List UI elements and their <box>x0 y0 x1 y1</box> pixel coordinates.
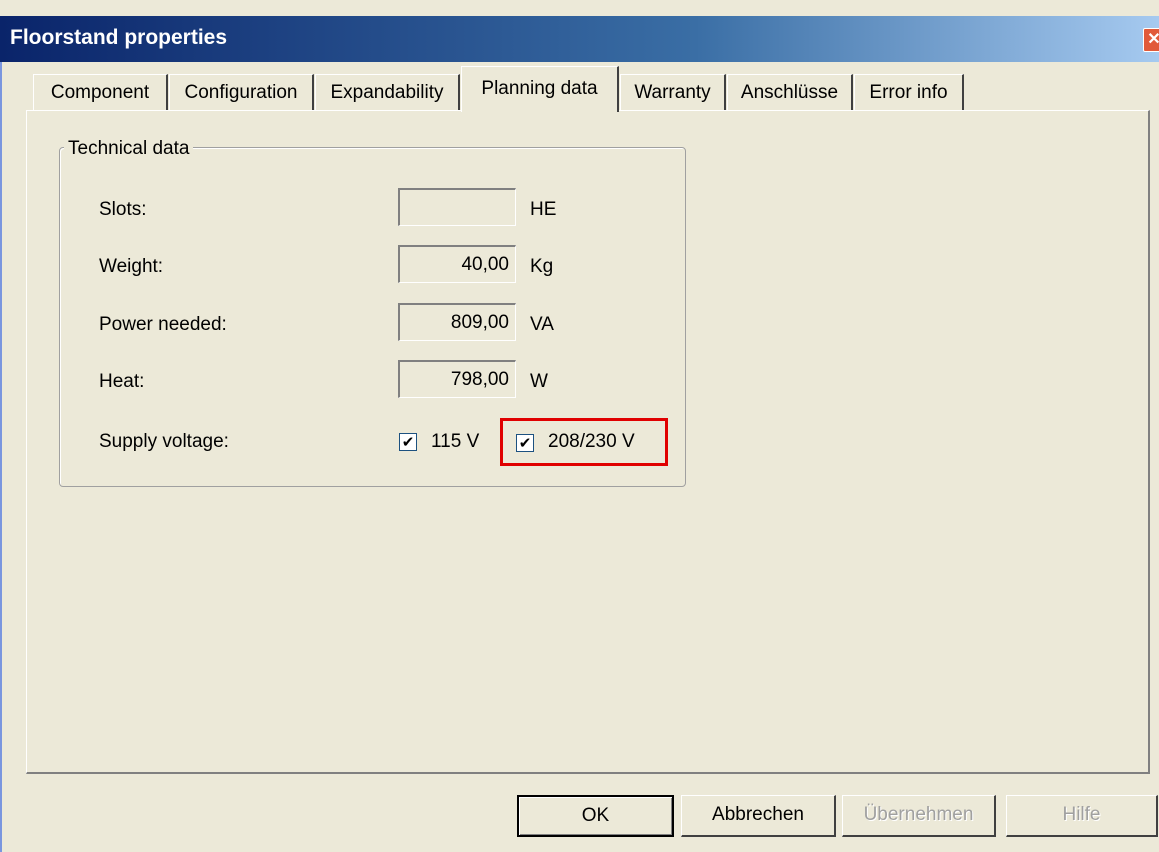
heat-unit: W <box>530 371 548 392</box>
slots-unit: HE <box>530 199 557 220</box>
heat-label: Heat: <box>99 371 145 392</box>
power-label: Power needed: <box>99 314 227 335</box>
tab-component[interactable]: Component <box>33 74 168 110</box>
slots-label: Slots: <box>99 199 147 220</box>
window-border <box>0 62 2 852</box>
weight-unit: Kg <box>530 256 554 277</box>
close-icon[interactable]: ✕ <box>1143 28 1159 52</box>
tab-configuration[interactable]: Configuration <box>169 74 314 110</box>
tab-anschluesse[interactable]: Anschlüsse <box>727 74 853 110</box>
apply-button[interactable]: Übernehmen <box>842 795 996 837</box>
power-unit: VA <box>530 314 554 335</box>
ok-button[interactable]: OK <box>517 795 674 837</box>
tab-planning-data[interactable]: Planning data <box>461 66 619 112</box>
checkbox-115v[interactable]: ✔ <box>399 433 417 451</box>
highlight-box <box>500 418 668 466</box>
heat-field: 798,00 <box>398 360 516 398</box>
help-button[interactable]: Hilfe <box>1006 795 1158 837</box>
slots-field <box>398 188 516 226</box>
tab-expandability[interactable]: Expandability <box>315 74 460 110</box>
tab-error-info[interactable]: Error info <box>854 74 964 110</box>
title-bar: Floorstand properties ✕ <box>0 16 1159 62</box>
group-title: Technical data <box>64 138 194 160</box>
weight-label: Weight: <box>99 256 164 277</box>
power-field: 809,00 <box>398 303 516 341</box>
checkbox-115v-label: 115 V <box>431 431 480 452</box>
tab-warranty[interactable]: Warranty <box>620 74 726 110</box>
weight-field: 40,00 <box>398 245 516 283</box>
cancel-button[interactable]: Abbrechen <box>681 795 836 837</box>
window-title: Floorstand properties <box>10 26 228 49</box>
supply-voltage-label: Supply voltage: <box>99 431 229 452</box>
